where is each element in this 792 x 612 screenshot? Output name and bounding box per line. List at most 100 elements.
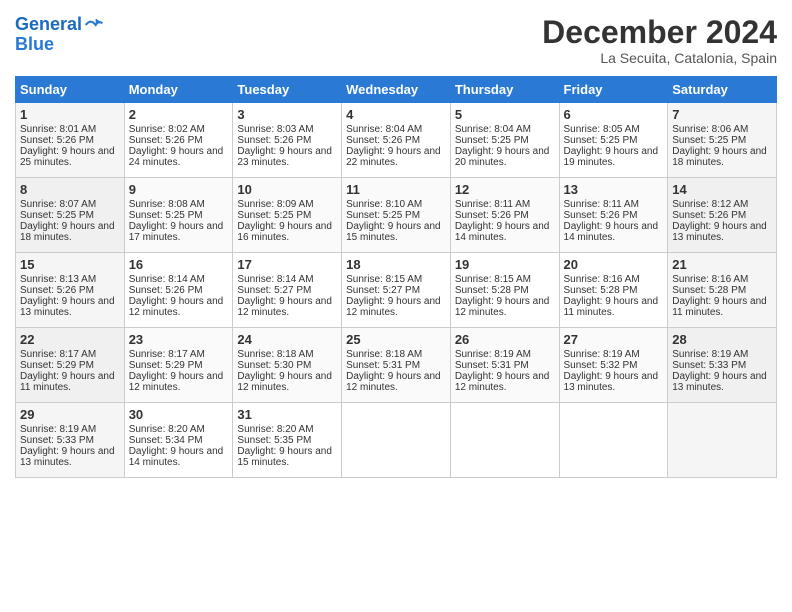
- day-cell: [342, 403, 451, 478]
- day-number: 16: [129, 257, 229, 272]
- sunset: Sunset: 5:29 PM: [20, 360, 94, 371]
- sunset: Sunset: 5:26 PM: [129, 135, 203, 146]
- day-cell: [559, 403, 668, 478]
- sunrise: Sunrise: 8:09 AM: [237, 199, 313, 210]
- day-cell: 6Sunrise: 8:05 AMSunset: 5:25 PMDaylight…: [559, 103, 668, 178]
- sunset: Sunset: 5:25 PM: [564, 135, 638, 146]
- sunset: Sunset: 5:26 PM: [346, 135, 420, 146]
- logo-text2: Blue: [15, 35, 104, 55]
- sunset: Sunset: 5:31 PM: [455, 360, 529, 371]
- sunrise: Sunrise: 8:14 AM: [129, 274, 205, 285]
- day-cell: 14Sunrise: 8:12 AMSunset: 5:26 PMDayligh…: [668, 178, 777, 253]
- sunset: Sunset: 5:30 PM: [237, 360, 311, 371]
- sunrise: Sunrise: 8:13 AM: [20, 274, 96, 285]
- day-number: 23: [129, 332, 229, 347]
- sunset: Sunset: 5:26 PM: [237, 135, 311, 146]
- sunrise: Sunrise: 8:15 AM: [346, 274, 422, 285]
- day-number: 1: [20, 107, 120, 122]
- header-cell-wednesday: Wednesday: [342, 77, 451, 103]
- sunrise: Sunrise: 8:17 AM: [20, 349, 96, 360]
- day-cell: 16Sunrise: 8:14 AMSunset: 5:26 PMDayligh…: [124, 253, 233, 328]
- daylight: Daylight: 9 hours and 12 minutes.: [237, 296, 332, 318]
- week-row-1: 8Sunrise: 8:07 AMSunset: 5:25 PMDaylight…: [16, 178, 777, 253]
- day-number: 27: [564, 332, 664, 347]
- daylight: Daylight: 9 hours and 12 minutes.: [237, 371, 332, 393]
- header: General Blue December 2024 La Secuita, C…: [15, 15, 777, 66]
- day-number: 11: [346, 182, 446, 197]
- header-cell-thursday: Thursday: [450, 77, 559, 103]
- sunrise: Sunrise: 8:19 AM: [455, 349, 531, 360]
- header-cell-friday: Friday: [559, 77, 668, 103]
- day-cell: 31Sunrise: 8:20 AMSunset: 5:35 PMDayligh…: [233, 403, 342, 478]
- sunrise: Sunrise: 8:17 AM: [129, 349, 205, 360]
- day-number: 31: [237, 407, 337, 422]
- sunrise: Sunrise: 8:19 AM: [20, 424, 96, 435]
- day-number: 25: [346, 332, 446, 347]
- day-cell: 27 Sunrise: 8:19 AMSunset: 5:32 PMDayligh…: [559, 328, 668, 403]
- sunrise: Sunrise: 8:16 AM: [672, 274, 748, 285]
- header-cell-sunday: Sunday: [16, 77, 125, 103]
- day-cell: 13Sunrise: 8:11 AMSunset: 5:26 PMDayligh…: [559, 178, 668, 253]
- daylight: Daylight: 9 hours and 13 minutes.: [564, 371, 659, 393]
- daylight: Daylight: 9 hours and 24 minutes.: [129, 146, 224, 168]
- sunset: Sunset: 5:25 PM: [455, 135, 529, 146]
- week-row-0: 1Sunrise: 8:01 AMSunset: 5:26 PMDaylight…: [16, 103, 777, 178]
- sunset: Sunset: 5:35 PM: [237, 435, 311, 446]
- daylight: Daylight: 9 hours and 13 minutes.: [20, 446, 115, 468]
- day-cell: 29 Sunrise: 8:19 AMSunset: 5:33 PMDayligh…: [16, 403, 125, 478]
- sunset: Sunset: 5:26 PM: [564, 210, 638, 221]
- day-cell: 10Sunrise: 8:09 AMSunset: 5:25 PMDayligh…: [233, 178, 342, 253]
- daylight: Daylight: 9 hours and 15 minutes.: [237, 446, 332, 468]
- sunrise: Sunrise: 8:02 AM: [129, 124, 205, 135]
- daylight: Daylight: 9 hours and 15 minutes.: [346, 221, 441, 243]
- sunrise: Sunrise: 8:19 AM: [564, 349, 640, 360]
- sunrise: Sunrise: 8:04 AM: [455, 124, 531, 135]
- daylight: Daylight: 9 hours and 16 minutes.: [237, 221, 332, 243]
- sunset: Sunset: 5:33 PM: [20, 435, 94, 446]
- daylight: Daylight: 9 hours and 11 minutes.: [20, 371, 115, 393]
- daylight: Daylight: 9 hours and 12 minutes.: [346, 296, 441, 318]
- sunset: Sunset: 5:28 PM: [564, 285, 638, 296]
- day-cell: 23Sunrise: 8:17 AMSunset: 5:29 PMDayligh…: [124, 328, 233, 403]
- sunrise: Sunrise: 8:05 AM: [564, 124, 640, 135]
- logo-text: General: [15, 15, 82, 35]
- day-number: 8: [20, 182, 120, 197]
- sunrise: Sunrise: 8:14 AM: [237, 274, 313, 285]
- day-cell: 18Sunrise: 8:15 AMSunset: 5:27 PMDayligh…: [342, 253, 451, 328]
- sunset: Sunset: 5:26 PM: [129, 285, 203, 296]
- calendar-table: SundayMondayTuesdayWednesdayThursdayFrid…: [15, 76, 777, 478]
- page-container: General Blue December 2024 La Secuita, C…: [0, 0, 792, 488]
- sunrise: Sunrise: 8:16 AM: [564, 274, 640, 285]
- day-cell: 17Sunrise: 8:14 AMSunset: 5:27 PMDayligh…: [233, 253, 342, 328]
- sunset: Sunset: 5:26 PM: [20, 135, 94, 146]
- day-number: 22: [20, 332, 120, 347]
- week-row-3: 22Sunrise: 8:17 AMSunset: 5:29 PMDayligh…: [16, 328, 777, 403]
- header-cell-monday: Monday: [124, 77, 233, 103]
- sunrise: Sunrise: 8:19 AM: [672, 349, 748, 360]
- day-cell: 8Sunrise: 8:07 AMSunset: 5:25 PMDaylight…: [16, 178, 125, 253]
- sunrise: Sunrise: 8:08 AM: [129, 199, 205, 210]
- day-number: 15: [20, 257, 120, 272]
- day-cell: [450, 403, 559, 478]
- sunrise: Sunrise: 8:03 AM: [237, 124, 313, 135]
- day-number: 5: [455, 107, 555, 122]
- day-cell: 24Sunrise: 8:18 AMSunset: 5:30 PMDayligh…: [233, 328, 342, 403]
- sunset: Sunset: 5:29 PM: [129, 360, 203, 371]
- day-number: 3: [237, 107, 337, 122]
- sunset: Sunset: 5:32 PM: [564, 360, 638, 371]
- day-number: 29: [20, 407, 120, 422]
- daylight: Daylight: 9 hours and 25 minutes.: [20, 146, 115, 168]
- day-number: 24: [237, 332, 337, 347]
- daylight: Daylight: 9 hours and 18 minutes.: [20, 221, 115, 243]
- day-number: 17: [237, 257, 337, 272]
- sunset: Sunset: 5:31 PM: [346, 360, 420, 371]
- sunset: Sunset: 5:34 PM: [129, 435, 203, 446]
- header-cell-saturday: Saturday: [668, 77, 777, 103]
- month-title: December 2024: [542, 15, 777, 50]
- daylight: Daylight: 9 hours and 14 minutes.: [129, 446, 224, 468]
- day-cell: 9Sunrise: 8:08 AMSunset: 5:25 PMDaylight…: [124, 178, 233, 253]
- day-cell: [668, 403, 777, 478]
- day-cell: 4Sunrise: 8:04 AMSunset: 5:26 PMDaylight…: [342, 103, 451, 178]
- day-cell: 30Sunrise: 8:20 AMSunset: 5:34 PMDayligh…: [124, 403, 233, 478]
- daylight: Daylight: 9 hours and 14 minutes.: [564, 221, 659, 243]
